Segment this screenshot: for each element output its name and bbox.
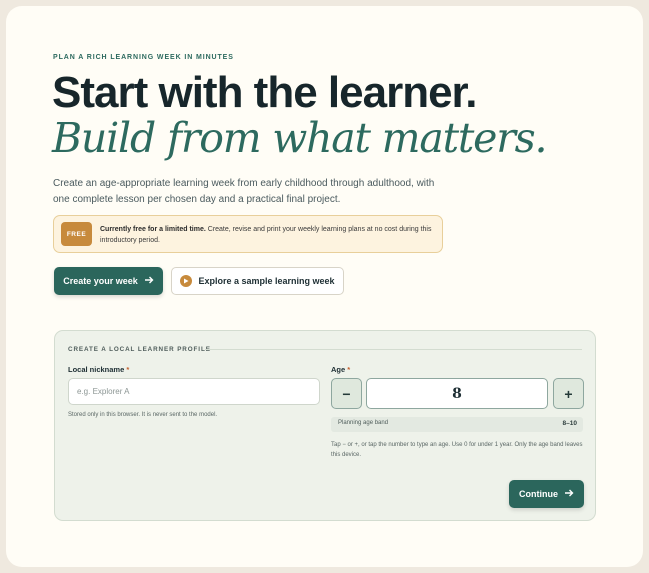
promo-strong: Currently free for a limited time.	[100, 226, 206, 233]
play-icon	[180, 275, 193, 287]
age-band-value: 8–10	[562, 420, 577, 427]
eyebrow-text: PLAN A RICH LEARNING WEEK IN MINUTES	[53, 54, 234, 61]
age-label-text: Age	[331, 365, 346, 374]
promo-text: Currently free for a limited time. Creat…	[100, 225, 436, 246]
age-band-label: Planning age band	[338, 420, 389, 426]
promo-banner: FREE Currently free for a limited time. …	[53, 215, 443, 253]
headline: Start with the learner.	[52, 68, 477, 117]
age-decrement-button[interactable]: −	[331, 378, 362, 409]
panel-title: CREATE A LOCAL LEARNER PROFILE	[68, 346, 211, 353]
age-band-row: Planning age band 8–10	[331, 417, 583, 432]
age-hint: Tap − or +, or tap the number to type an…	[331, 442, 583, 458]
nickname-hint: Stored only in this browser. It is never…	[68, 412, 218, 418]
required-mark: *	[126, 365, 130, 374]
continue-label: Continue	[519, 489, 558, 499]
age-input[interactable]	[366, 378, 548, 409]
create-week-button[interactable]: Create your week	[54, 267, 163, 295]
main-card: PLAN A RICH LEARNING WEEK IN MINUTES Sta…	[6, 6, 643, 567]
explore-sample-label: Explore a sample learning week	[198, 276, 335, 286]
nickname-label: Local nickname *	[68, 365, 129, 374]
panel-divider	[205, 349, 582, 350]
arrow-right-icon	[565, 489, 574, 500]
explore-sample-button[interactable]: Explore a sample learning week	[171, 267, 344, 295]
continue-button[interactable]: Continue	[509, 480, 584, 508]
age-label: Age *	[331, 365, 350, 374]
free-badge: FREE	[61, 222, 92, 246]
nickname-label-text: Local nickname	[68, 365, 125, 374]
arrow-right-icon	[144, 276, 154, 287]
subheadline: Build from what matters.	[52, 114, 547, 162]
required-mark: *	[347, 365, 351, 374]
lead-paragraph: Create an age-appropriate learning week …	[53, 178, 435, 205]
age-increment-button[interactable]: +	[553, 378, 584, 409]
learner-profile-panel: CREATE A LOCAL LEARNER PROFILE Local nic…	[54, 330, 596, 521]
nickname-input[interactable]	[68, 378, 320, 405]
create-week-label: Create your week	[63, 276, 138, 286]
